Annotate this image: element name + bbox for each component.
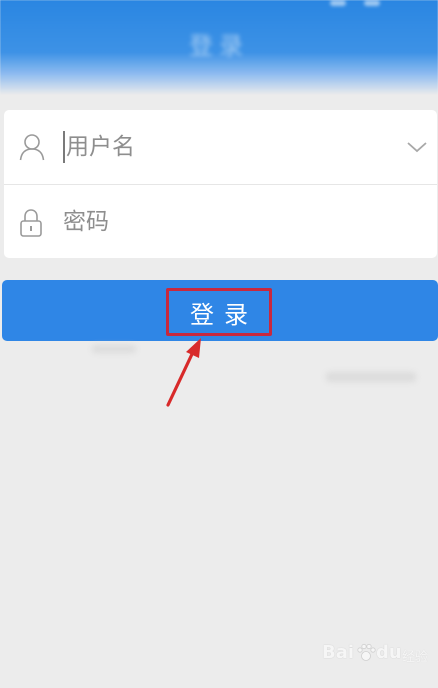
watermark: Bai du 经验 — [322, 638, 434, 672]
status-bar-blur — [330, 0, 386, 8]
watermark-suffix: 经验 — [402, 650, 429, 665]
blurred-background-text — [92, 345, 136, 353]
login-button[interactable]: 登录 — [2, 280, 438, 341]
lock-icon — [20, 209, 42, 237]
password-placeholder: 密码 — [63, 209, 109, 235]
page-title: 登录 — [189, 32, 249, 60]
login-form: 用户名 密码 — [4, 110, 437, 258]
blurred-background-text — [326, 372, 416, 382]
username-field[interactable]: 用户名 — [4, 110, 437, 184]
watermark-brand: Bai — [322, 642, 355, 663]
text-cursor — [63, 131, 65, 163]
password-field[interactable]: 密码 — [4, 184, 437, 259]
red-arrow-icon — [166, 338, 201, 407]
app-header: 登录 — [0, 0, 438, 95]
user-icon — [19, 134, 45, 161]
watermark-brand-end: du — [376, 642, 402, 663]
chevron-down-icon[interactable] — [406, 139, 428, 155]
login-button-label: 登录 — [190, 302, 258, 329]
paw-icon — [357, 643, 376, 661]
username-placeholder: 用户名 — [66, 134, 135, 160]
